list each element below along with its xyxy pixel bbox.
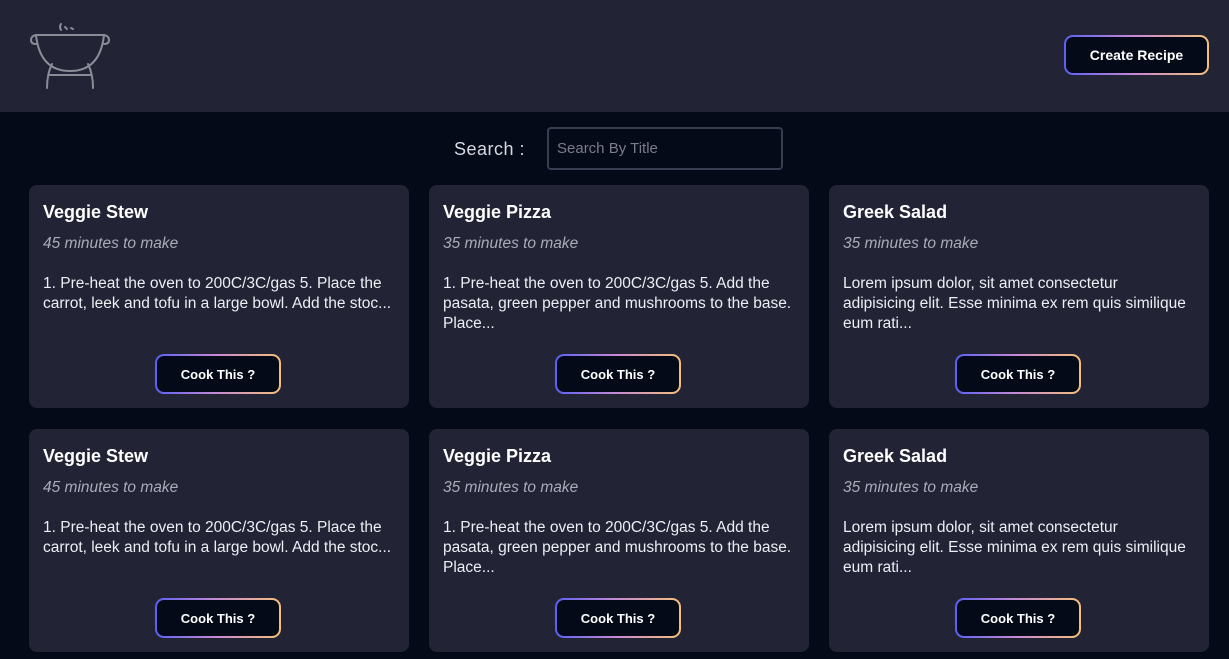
recipe-title: Greek Salad	[843, 446, 948, 466]
search-input[interactable]	[547, 127, 783, 170]
recipe-time: 35 minutes to make	[443, 235, 579, 252]
search-label: Search :	[454, 139, 526, 159]
grill-icon[interactable]	[28, 20, 110, 92]
recipe-title: Veggie Stew	[43, 446, 149, 466]
recipe-title: Greek Salad	[843, 202, 948, 222]
recipe-card: Veggie Stew 45 minutes to make 1. Pre-he…	[29, 185, 409, 408]
recipe-card: Greek Salad 35 minutes to make Lorem ips…	[829, 185, 1209, 408]
cook-this-button[interactable]: Cook This ?	[155, 598, 281, 638]
header: Create Recipe	[0, 0, 1229, 112]
recipe-description: 1. Pre-heat the oven to 200C/3C/gas 5. P…	[43, 275, 392, 312]
cook-this-button[interactable]: Cook This ?	[955, 354, 1081, 394]
recipe-card: Greek Salad 35 minutes to make Lorem ips…	[829, 429, 1209, 652]
recipe-time: 45 minutes to make	[43, 235, 179, 252]
recipe-description: Lorem ipsum dolor, sit amet consectetur …	[843, 519, 1186, 576]
create-recipe-button[interactable]: Create Recipe	[1064, 35, 1209, 75]
recipe-time: 35 minutes to make	[443, 479, 579, 496]
recipe-card: Veggie Pizza 35 minutes to make 1. Pre-h…	[429, 429, 809, 652]
recipe-description: Lorem ipsum dolor, sit amet consectetur …	[843, 275, 1186, 332]
recipe-time: 35 minutes to make	[843, 235, 979, 252]
recipe-title: Veggie Stew	[43, 202, 149, 222]
cook-this-button[interactable]: Cook This ?	[955, 598, 1081, 638]
cook-this-button[interactable]: Cook This ?	[155, 354, 281, 394]
recipe-time: 35 minutes to make	[843, 479, 979, 496]
recipe-card: Veggie Pizza 35 minutes to make 1. Pre-h…	[429, 185, 809, 408]
recipe-title: Veggie Pizza	[443, 202, 552, 222]
cook-this-button[interactable]: Cook This ?	[555, 354, 681, 394]
recipe-time: 45 minutes to make	[43, 479, 179, 496]
recipe-description: 1. Pre-heat the oven to 200C/3C/gas 5. A…	[443, 275, 792, 332]
recipe-description: 1. Pre-heat the oven to 200C/3C/gas 5. P…	[43, 519, 392, 556]
recipe-card: Veggie Stew 45 minutes to make 1. Pre-he…	[29, 429, 409, 652]
cook-this-button[interactable]: Cook This ?	[555, 598, 681, 638]
recipe-title: Veggie Pizza	[443, 446, 552, 466]
recipe-description: 1. Pre-heat the oven to 200C/3C/gas 5. A…	[443, 519, 792, 576]
